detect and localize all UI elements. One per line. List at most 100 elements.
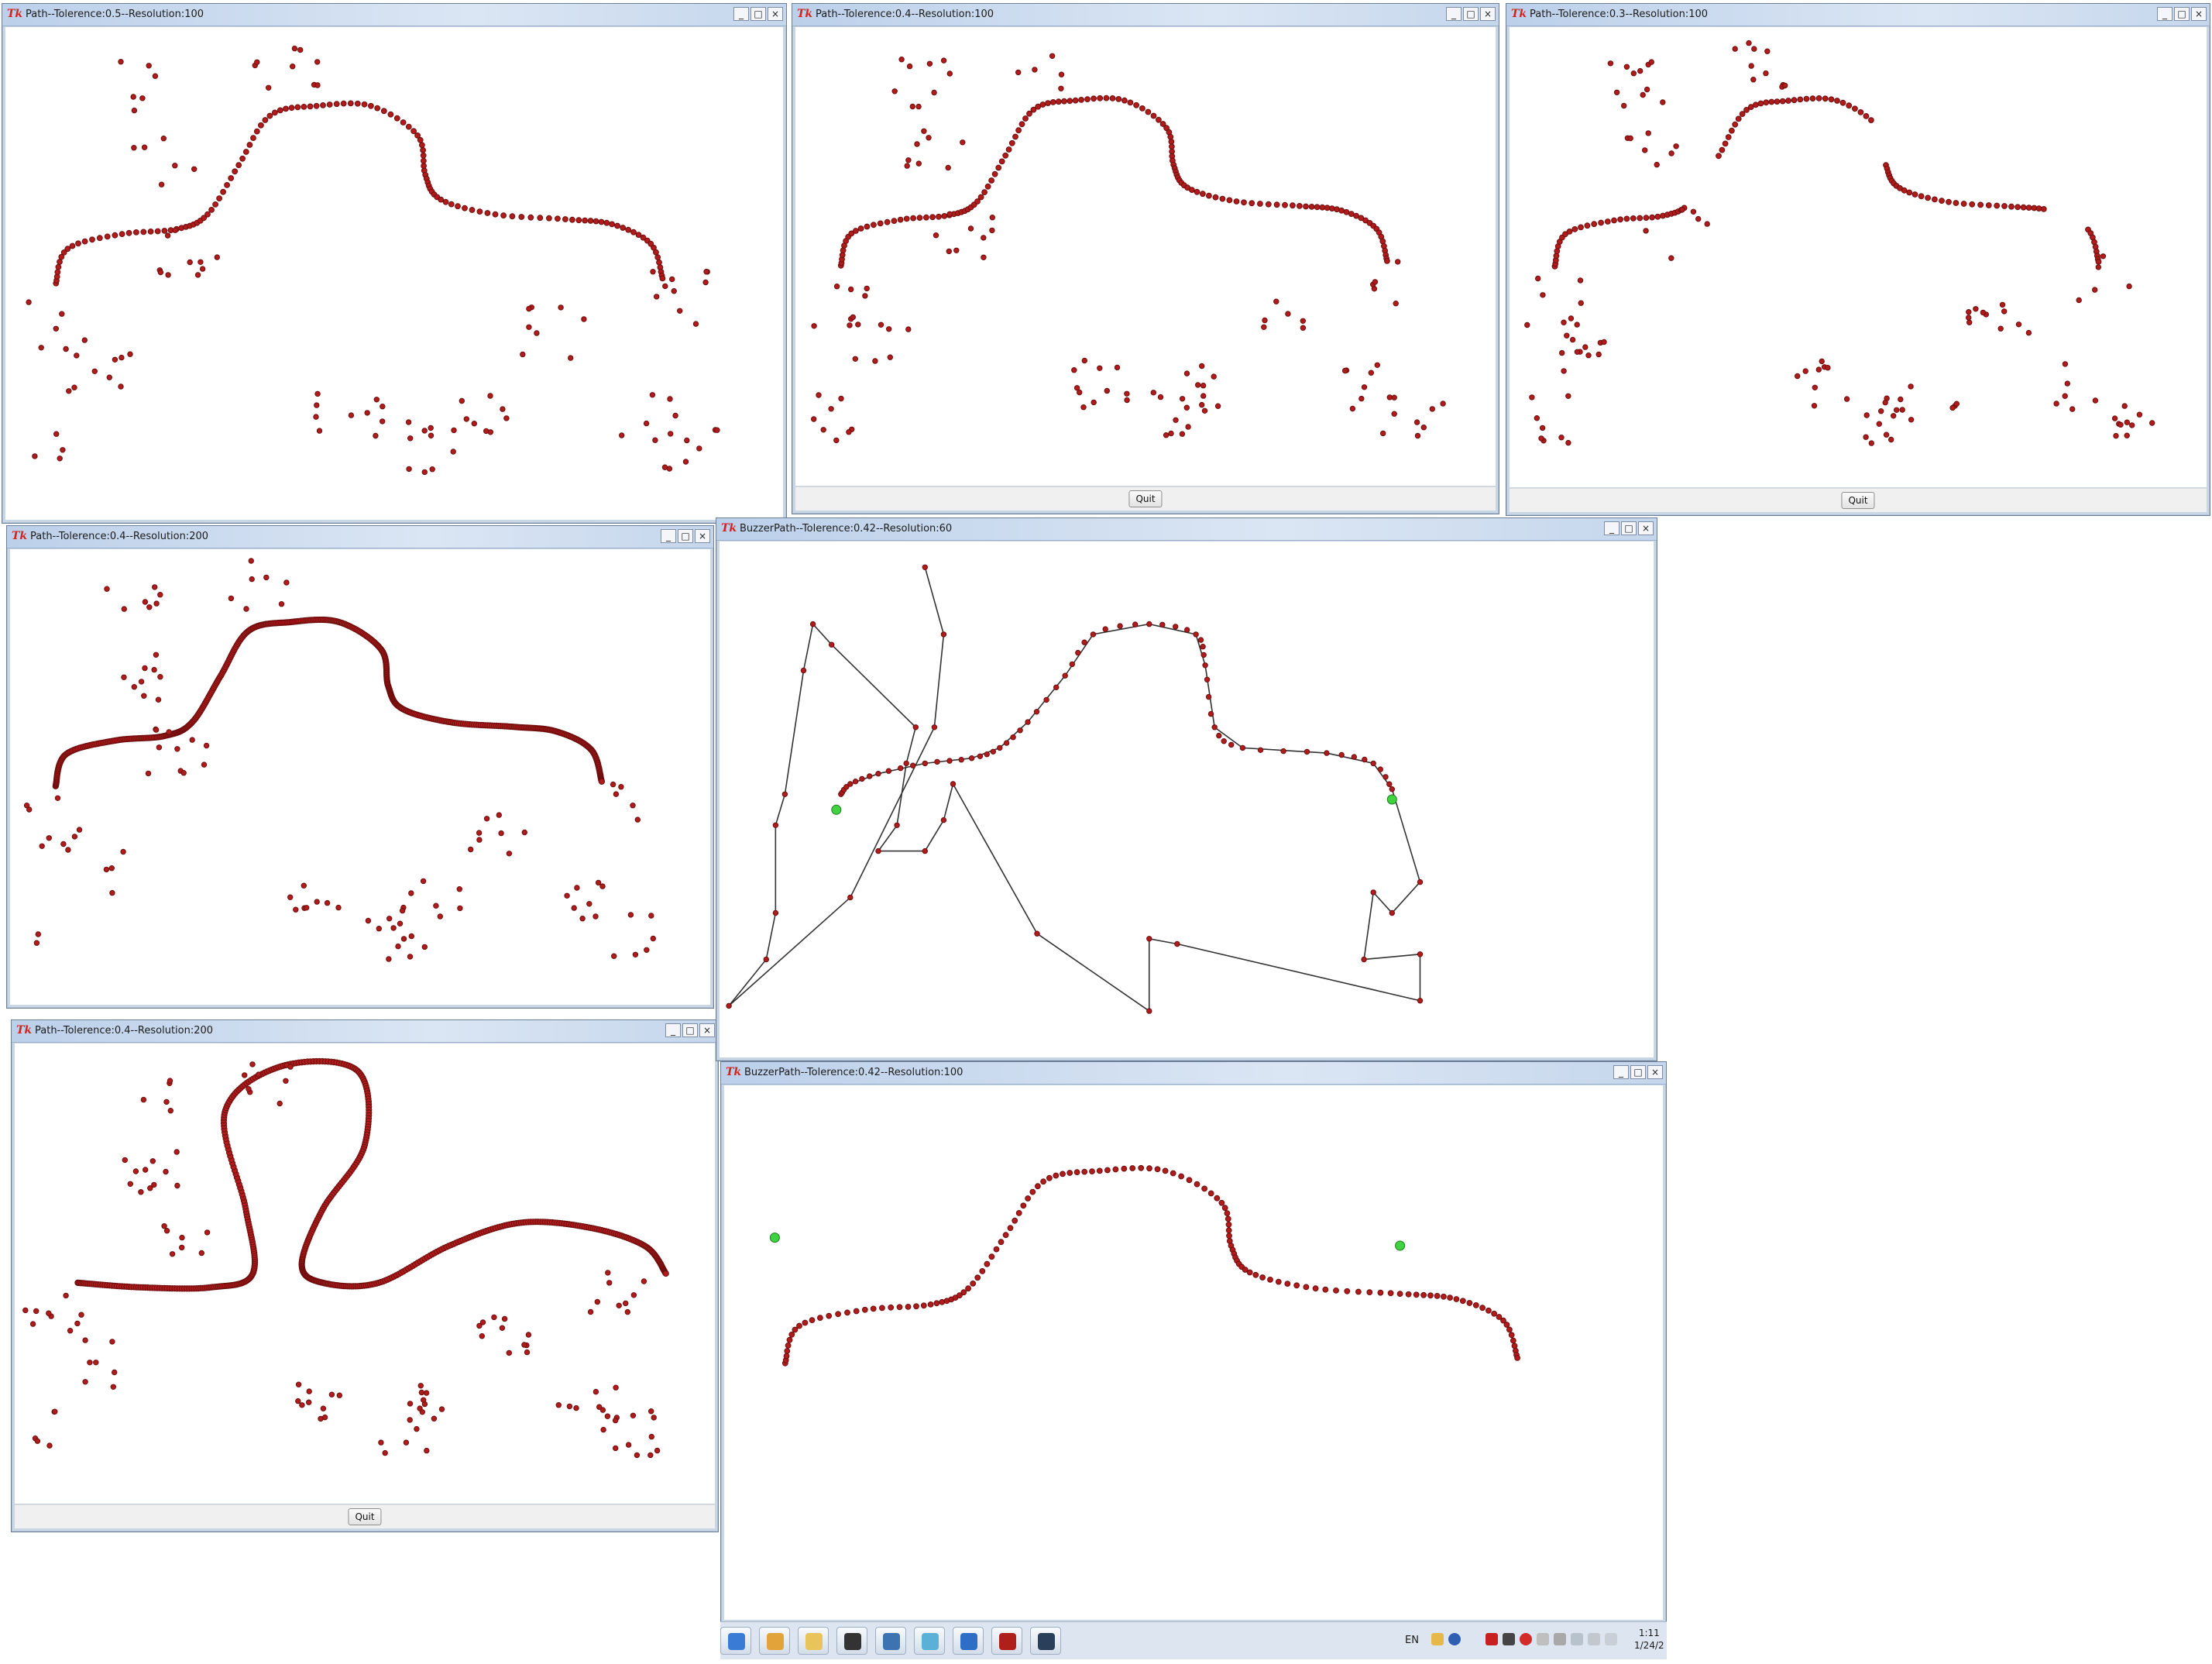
path-point: [1578, 224, 1584, 231]
quit-button[interactable]: Quit: [348, 1508, 382, 1525]
window-titlebar[interactable]: Tk BuzzerPath--Tolerence:0.42--Resolutio…: [716, 518, 1657, 541]
scatter-point: [130, 94, 136, 100]
scatter-point: [619, 432, 625, 438]
scatter-point: [1374, 362, 1380, 368]
scatter-point: [703, 269, 709, 275]
path-point: [1297, 203, 1303, 209]
scatter-point: [610, 781, 617, 788]
minimize-button[interactable]: _: [733, 7, 749, 21]
maximize-button[interactable]: □: [750, 7, 766, 21]
path-point: [1333, 1288, 1339, 1294]
scatter-point: [2069, 406, 2076, 412]
pdf-icon[interactable]: [1486, 1633, 1498, 1645]
window-titlebar[interactable]: Tk BuzzerPath--Tolerence:0.42--Resolutio…: [721, 1062, 1666, 1085]
close-button[interactable]: ×: [1480, 7, 1496, 21]
taskbar-app-globe[interactable]: [720, 1627, 751, 1655]
taskbar-app-folder[interactable]: [798, 1627, 829, 1655]
path-point: [301, 104, 307, 110]
disk-icon[interactable]: [1537, 1633, 1549, 1645]
volume-icon[interactable]: [1605, 1633, 1617, 1645]
window-titlebar[interactable]: Tk Path--Tolerence:0.5--Resolution:100 _…: [2, 4, 786, 26]
network-icon[interactable]: [1571, 1633, 1583, 1645]
opera-icon[interactable]: [1520, 1633, 1532, 1645]
quit-button[interactable]: Quit: [1841, 492, 1875, 509]
close-button[interactable]: ×: [1638, 521, 1654, 535]
minimize-button[interactable]: _: [1446, 7, 1462, 21]
path-point: [620, 225, 627, 231]
close-button[interactable]: ×: [2191, 7, 2207, 21]
window-titlebar[interactable]: Tk Path--Tolerence:0.4--Resolution:100 _…: [792, 4, 1499, 26]
path-point: [920, 1302, 927, 1309]
close-button[interactable]: ×: [1647, 1065, 1663, 1079]
path-point: [802, 1319, 809, 1326]
minimize-button[interactable]: _: [1613, 1065, 1629, 1079]
path-point: [133, 229, 139, 236]
scatter-point: [506, 851, 513, 857]
taskbar-app-browser[interactable]: [953, 1627, 984, 1655]
window-titlebar[interactable]: Tk Path--Tolerence:0.4--Resolution:200 _…: [12, 1020, 718, 1043]
scatter-point: [1819, 358, 1825, 365]
scatter-point: [483, 428, 489, 435]
path-point: [654, 254, 661, 261]
maximize-button[interactable]: □: [1621, 521, 1637, 535]
maximize-button[interactable]: □: [1630, 1065, 1646, 1079]
close-button[interactable]: ×: [695, 529, 710, 543]
path-point: [598, 218, 605, 225]
maximize-button[interactable]: □: [1463, 7, 1479, 21]
minimize-button[interactable]: _: [2157, 7, 2172, 21]
language-indicator[interactable]: EN: [1405, 1635, 1419, 1646]
close-button[interactable]: ×: [768, 7, 783, 21]
taskbar-app-dota[interactable]: [991, 1627, 1022, 1655]
scatter-point: [1704, 221, 1710, 227]
scatter-point: [666, 466, 673, 472]
quit-button[interactable]: Quit: [1128, 490, 1163, 507]
scatter-point: [1899, 407, 1905, 413]
scatter-point: [564, 892, 570, 899]
scatter-point: [118, 383, 124, 390]
maximize-button[interactable]: □: [2174, 7, 2190, 21]
scatter-point: [451, 427, 457, 434]
scatter-point: [214, 254, 220, 260]
minimize-button[interactable]: _: [1604, 521, 1620, 535]
scatter-point: [1195, 382, 1201, 388]
taskbar-app-steam[interactable]: [1030, 1627, 1061, 1655]
scatter-point: [1695, 215, 1702, 222]
pencil-icon[interactable]: [1431, 1633, 1444, 1645]
scatter-point: [386, 916, 393, 922]
taskbar-app-pen[interactable]: [836, 1627, 867, 1655]
keyboard-icon[interactable]: [1554, 1633, 1566, 1645]
scatter-point: [1888, 436, 1894, 443]
taskbar-app-notes[interactable]: [914, 1627, 945, 1655]
minimize-button[interactable]: _: [665, 1023, 681, 1037]
scatter-point: [2124, 419, 2130, 425]
scatter-point: [616, 1302, 622, 1308]
taskbar-app-paint[interactable]: [759, 1627, 790, 1655]
clock[interactable]: 1:11 1/24/2: [1634, 1627, 1664, 1652]
maximize-button[interactable]: □: [678, 529, 693, 543]
path-point: [934, 758, 940, 765]
scatter-point: [1413, 419, 1420, 425]
path-point: [1257, 747, 1264, 753]
path-point: [400, 119, 407, 125]
window-titlebar[interactable]: Tk Path--Tolerence:0.4--Resolution:200 _…: [7, 526, 713, 548]
signal-icon[interactable]: [1588, 1633, 1600, 1645]
path-point: [891, 218, 898, 225]
scatter-point: [266, 84, 272, 91]
card-icon[interactable]: [1503, 1633, 1515, 1645]
scatter-point: [838, 395, 844, 402]
taskbar-app-python[interactable]: [875, 1627, 906, 1655]
path-point: [1370, 889, 1376, 896]
scatter-point: [915, 103, 922, 110]
minimize-button[interactable]: _: [661, 529, 676, 543]
scatter-point: [179, 1234, 185, 1241]
path-point: [1510, 1337, 1516, 1344]
scatter-point: [1908, 417, 1915, 423]
close-button[interactable]: ×: [699, 1023, 715, 1037]
help-icon[interactable]: [1448, 1633, 1461, 1645]
path-point: [1034, 930, 1040, 937]
window-titlebar[interactable]: Tk Path--Tolerence:0.3--Resolution:100 _…: [1506, 4, 2210, 26]
path-point: [995, 164, 1002, 171]
maximize-button[interactable]: □: [682, 1023, 698, 1037]
path-point: [1212, 194, 1219, 201]
path-point: [1591, 221, 1598, 228]
